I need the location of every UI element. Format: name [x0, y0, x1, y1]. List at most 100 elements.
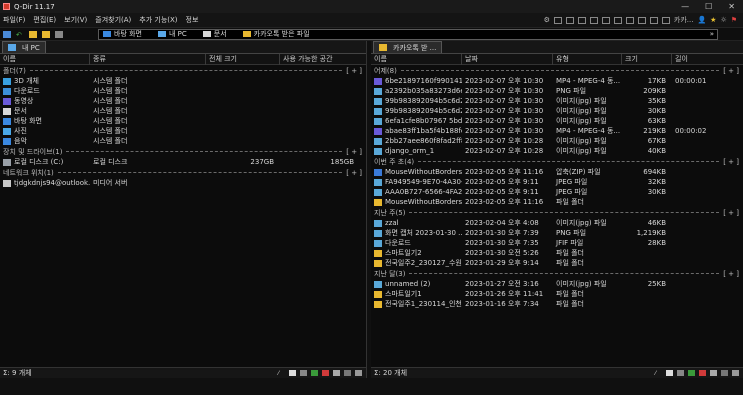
list-item[interactable]: 전국일주1_230114_인천 2023-01-16 오후 7:34 파일 폴더	[371, 299, 743, 309]
fav-this-pc[interactable]: 내 PC	[158, 29, 187, 39]
list-item[interactable]: 99b983892094b5c6d2f...2023-02-07 오후 10:3…	[371, 96, 743, 106]
status-props-icon[interactable]	[344, 370, 352, 376]
fav-kakaotalk[interactable]: 카카오톡 받은 파일	[242, 29, 310, 39]
flag-icon[interactable]: ⚑	[731, 16, 737, 24]
layout-1-icon[interactable]	[553, 16, 562, 24]
list-item[interactable]: 화면 캡처 2023-01-30 ... 2023-01-30 오후 7:39 PN…	[371, 228, 743, 238]
menu-file[interactable]: 파일(F)	[3, 15, 25, 25]
status-view-icon[interactable]	[289, 370, 297, 376]
list-item[interactable]: 2bb27aee860f8fad2ff8...2023-02-07 오후 10:…	[371, 136, 743, 146]
status-red-icon[interactable]	[699, 370, 706, 376]
menu-info[interactable]: 정보	[186, 15, 199, 25]
list-item[interactable]: 문서 시스템 폴더	[0, 106, 366, 116]
status-props-icon[interactable]	[721, 370, 728, 376]
layout-6-icon[interactable]	[613, 16, 622, 24]
group-expand-button[interactable]: [ + ]	[723, 209, 743, 217]
list-item[interactable]: 3D 개체 시스템 폴더	[0, 76, 366, 86]
drive-icon[interactable]	[55, 30, 63, 38]
group-header[interactable]: 네트워크 위치(1) [ + ]	[0, 167, 366, 178]
list-item[interactable]: 다운로드 2023-01-30 오후 7:35 JFIF 파일 28KB	[371, 238, 743, 248]
user-icon[interactable]: 👤	[697, 16, 706, 24]
group-header[interactable]: 어제(8) [ + ]	[371, 65, 743, 76]
status-tool-icon[interactable]: ⁄	[655, 370, 662, 377]
group-expand-button[interactable]: [ + ]	[346, 67, 366, 75]
layout-8-icon[interactable]	[637, 16, 646, 24]
list-item[interactable]: 6be21897160f990141 0c...2023-02-07 오후 10…	[371, 76, 743, 86]
list-item[interactable]: 스마트일기2 2023-01-30 오전 5:26 파일 폴더	[371, 248, 743, 258]
group-header[interactable]: 지난 주(5) [ + ]	[371, 207, 743, 218]
quick-folder-label[interactable]: 카카...	[674, 15, 694, 25]
settings-icon[interactable]: ☼	[720, 16, 726, 24]
group-expand-button[interactable]: [ + ]	[723, 67, 743, 75]
layout-3-icon[interactable]	[577, 16, 586, 24]
list-item[interactable]: 로컬 디스크 (C:) 로컬 디스크 237GB 185GB	[0, 157, 366, 167]
group-expand-button[interactable]: [ + ]	[723, 158, 743, 166]
status-tool-icon[interactable]: ⁄	[278, 370, 285, 377]
list-item[interactable]: 사진 시스템 폴더	[0, 126, 366, 136]
favorites-dropdown-icon[interactable]: »	[710, 30, 717, 38]
star-icon[interactable]: ★	[710, 16, 716, 24]
status-green-icon[interactable]	[311, 370, 319, 376]
fav-desktop[interactable]: 바탕 화면	[103, 29, 142, 39]
list-item[interactable]: MouseWithoutBorders... 2023-02-05 오후 11:1…	[371, 167, 743, 177]
menu-view[interactable]: 보기(V)	[64, 15, 87, 25]
col-total-size[interactable]: 전체 크기	[206, 53, 280, 65]
layout-7-icon[interactable]	[625, 16, 634, 24]
list-item[interactable]: 동영상 시스템 폴더	[0, 96, 366, 106]
layout-4-icon[interactable]	[589, 16, 598, 24]
group-header[interactable]: 장치 및 드라이브(1) [ + ]	[0, 146, 366, 157]
group-header[interactable]: 폴더(7) [ + ]	[0, 65, 366, 76]
undo-icon[interactable]: ↶	[16, 31, 24, 39]
group-expand-button[interactable]: [ + ]	[723, 270, 743, 278]
layout-9-icon[interactable]	[649, 16, 658, 24]
status-list-icon[interactable]	[300, 370, 308, 376]
list-item[interactable]: 바탕 화면 시스템 폴더	[0, 116, 366, 126]
list-item[interactable]: 6efa1cfe8b07967 5bdb0...2023-02-07 오후 10…	[371, 116, 743, 126]
group-expand-button[interactable]: [ + ]	[346, 169, 366, 177]
list-item[interactable]: 99b983892094b5c6d2f...2023-02-07 오후 10:3…	[371, 106, 743, 116]
status-sort-icon[interactable]	[710, 370, 717, 376]
status-sort-icon[interactable]	[333, 370, 341, 376]
fav-documents[interactable]: 문서	[202, 29, 227, 39]
status-view-icon[interactable]	[666, 370, 673, 376]
menu-favorites[interactable]: 즐겨찾기(A)	[95, 15, 131, 25]
folder-open-icon[interactable]	[29, 30, 37, 38]
col-name[interactable]: 이름	[371, 53, 463, 65]
list-item[interactable]: 전국일주2_230127_수원 2023-01-29 오후 9:14 파일 폴더	[371, 258, 743, 268]
layout-2-icon[interactable]	[565, 16, 574, 24]
group-expand-button[interactable]: [ + ]	[346, 148, 366, 156]
list-item[interactable]: tjdgkdnjs94@outlook... 미디어 서버	[0, 178, 366, 188]
menu-edit[interactable]: 편집(E)	[33, 15, 56, 25]
folder-new-icon[interactable]	[42, 30, 50, 38]
col-type[interactable]: 종류	[90, 53, 206, 65]
list-item[interactable]: django_orm_1 2023-02-07 오후 10:28 이미지(jpg) …	[371, 146, 743, 156]
list-item[interactable]: FA949549-9E70-4A30-... 2023-02-05 오후 9:11…	[371, 177, 743, 187]
layout-10-icon[interactable]	[661, 16, 670, 24]
computer-icon[interactable]	[3, 30, 11, 38]
col-free-space[interactable]: 사용 가능한 공간	[280, 54, 360, 65]
tab-kakaotalk[interactable]: 카카오톡 받 ...	[373, 41, 443, 53]
list-item[interactable]: 음악 시스템 폴더	[0, 136, 366, 146]
status-red-icon[interactable]	[322, 370, 330, 376]
list-item[interactable]: AAA0B727-6566-4FA2-...2023-02-05 오후 9:11…	[371, 187, 743, 197]
status-green-icon[interactable]	[688, 370, 695, 376]
status-list-icon[interactable]	[677, 370, 684, 376]
col-size[interactable]: 크기	[622, 53, 673, 65]
list-item[interactable]: abae83ff1ba5f4b188fc...2023-02-07 오후 10:…	[371, 126, 743, 136]
list-item[interactable]: MouseWithoutBorders... 2023-02-05 오후 11:1…	[371, 197, 743, 207]
col-length[interactable]: 길이	[672, 54, 732, 65]
minimize-button[interactable]: —	[681, 2, 689, 11]
status-clipboard-icon[interactable]	[355, 370, 363, 376]
tab-this-pc[interactable]: 내 PC	[2, 41, 46, 53]
tools-icon[interactable]: ⚙	[544, 16, 550, 24]
group-header[interactable]: 지난 달(3) [ + ]	[371, 268, 743, 279]
list-item[interactable]: a2392b035a83273d6e...2023-02-07 오후 10:30…	[371, 86, 743, 96]
list-item[interactable]: unnamed (2) 2023-01-27 오전 3:16 이미지(jpg) 파일…	[371, 279, 743, 289]
layout-5-icon[interactable]	[601, 16, 610, 24]
col-name[interactable]: 이름	[0, 53, 90, 65]
status-clipboard-icon[interactable]	[732, 370, 739, 376]
maximize-button[interactable]: ☐	[705, 2, 712, 11]
menu-extras[interactable]: 추가 기능(X)	[139, 15, 177, 25]
list-item[interactable]: 스마트일기1 2023-01-26 오후 11:41 파일 폴더	[371, 289, 743, 299]
close-button[interactable]: ✕	[728, 2, 735, 11]
